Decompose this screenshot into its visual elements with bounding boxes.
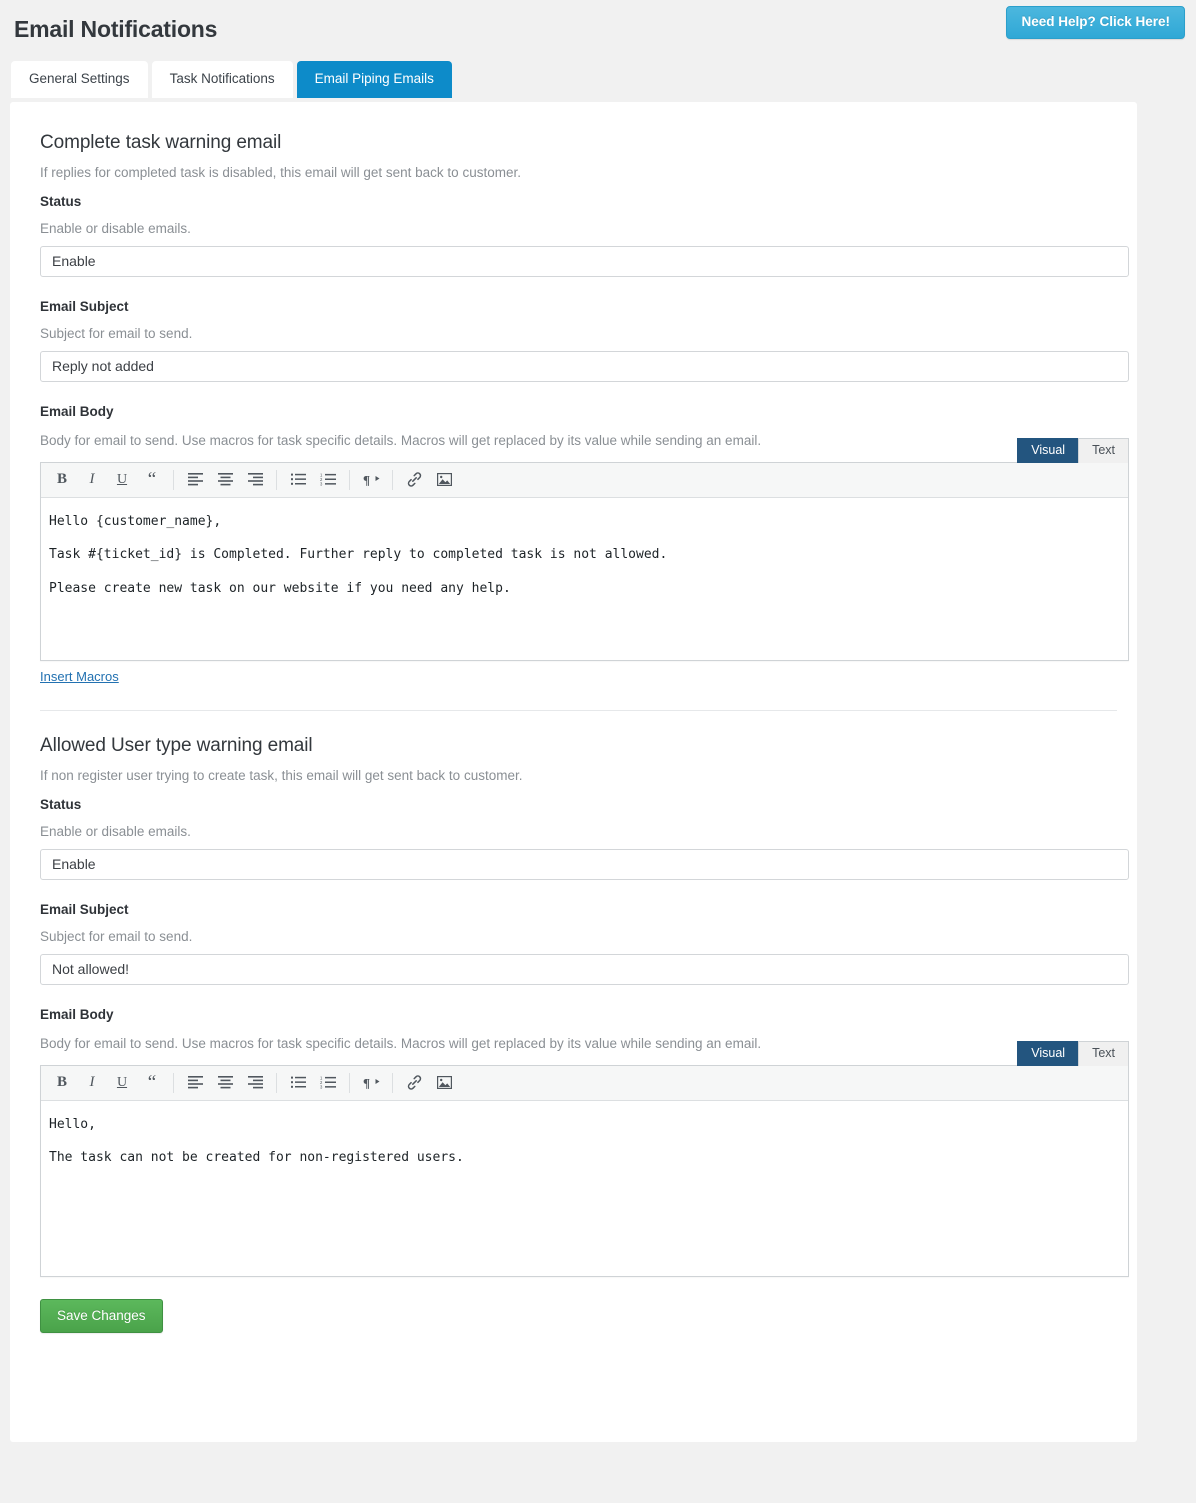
section-divider [40,709,1117,711]
tab-email-piping-emails[interactable]: Email Piping Emails [296,61,452,98]
bold-icon[interactable]: B [47,1069,77,1096]
email-body-label: Email Body [40,1006,114,1022]
body-paragraph: Hello {customer_name}, [49,513,222,529]
editor-tab-visual[interactable]: Visual [1017,437,1080,464]
toolbar-separator [349,469,350,490]
bold-icon[interactable]: B [47,466,77,493]
image-icon[interactable] [429,466,459,493]
rtl-paragraph-icon[interactable]: ¶ [356,466,386,493]
email-body-description: Body for email to send. Use macros for t… [40,1035,762,1051]
editor-toolbar: B I U “ 1 2 3 ¶ [41,462,1128,498]
numbered-list-icon[interactable]: 1 2 3 [313,1069,343,1096]
toolbar-separator [392,1072,393,1093]
email-body-editor: Visual Text B I U “ [40,437,1129,686]
underline-icon[interactable]: U [107,1069,137,1096]
align-center-icon[interactable] [210,1069,240,1096]
need-help-button[interactable]: Need Help? Click Here! [1006,6,1185,39]
editor-mode-tabs: Visual Text [1017,1040,1129,1067]
email-body-content[interactable]: Hello {customer_name}, Task #{ticket_id}… [41,498,1128,660]
editor-tab-text[interactable]: Text [1078,437,1129,464]
toolbar-separator [173,469,174,490]
body-paragraph: Hello, [49,1116,96,1132]
bulleted-list-icon[interactable] [283,466,313,493]
section-description: If non register user trying to create ta… [40,767,523,783]
body-paragraph: Task #{ticket_id} is Completed. Further … [49,547,668,562]
tab-bar: General Settings Task Notifications Emai… [0,43,1196,98]
editor-tab-visual[interactable]: Visual [1017,1040,1080,1067]
status-description: Enable or disable emails. [40,823,191,839]
email-body-description: Body for email to send. Use macros for t… [40,432,762,448]
toolbar-separator [349,1072,350,1093]
body-paragraph: Please create new task on our website if… [49,580,511,596]
section-title: Complete task warning email [40,131,282,153]
toolbar-separator [392,469,393,490]
section-title: Allowed User type warning email [40,734,313,756]
italic-icon[interactable]: I [77,1069,107,1096]
align-left-icon[interactable] [180,466,210,493]
blockquote-icon[interactable]: “ [137,466,167,493]
svg-text:3: 3 [320,1085,323,1089]
tab-general-settings[interactable]: General Settings [11,61,148,98]
insert-macros-link[interactable]: Insert Macros [40,669,119,684]
rtl-paragraph-icon[interactable]: ¶ [356,1069,386,1096]
email-body-label: Email Body [40,403,114,419]
svg-text:3: 3 [320,482,323,486]
status-input[interactable] [40,848,1129,880]
toolbar-separator [276,1072,277,1093]
svg-text:¶: ¶ [363,473,370,487]
page-root: Email Notifications Need Help? Click Her… [0,0,1196,1503]
section-allowed-user-type-warning-email: Allowed User type warning email If non r… [40,734,1129,1277]
toolbar-separator [173,1072,174,1093]
body-paragraph: The task can not be created for non-regi… [49,1150,464,1165]
status-description: Enable or disable emails. [40,220,191,236]
editor-mode-tabs: Visual Text [1017,437,1129,464]
email-subject-input[interactable] [40,953,1129,985]
toolbar-separator [276,469,277,490]
blockquote-icon[interactable]: “ [137,1069,167,1096]
settings-card: Complete task warning email If replies f… [10,101,1137,1442]
bulleted-list-icon[interactable] [283,1069,313,1096]
email-subject-description: Subject for email to send. [40,325,193,341]
align-right-icon[interactable] [240,1069,270,1096]
status-label: Status [40,796,82,812]
link-icon[interactable] [399,466,429,493]
email-subject-label: Email Subject [40,901,129,917]
underline-icon[interactable]: U [107,466,137,493]
align-center-icon[interactable] [210,466,240,493]
status-input[interactable] [40,245,1129,277]
align-right-icon[interactable] [240,466,270,493]
section-complete-task-warning-email: Complete task warning email If replies f… [40,131,1129,686]
editor-toolbar: B I U “ 1 2 3 ¶ [41,1065,1128,1101]
status-label: Status [40,193,82,209]
save-changes-button[interactable]: Save Changes [40,1298,163,1333]
email-subject-description: Subject for email to send. [40,928,193,944]
svg-text:¶: ¶ [363,1076,370,1090]
email-body-editor: Visual Text B I U “ [40,1040,1129,1277]
email-subject-label: Email Subject [40,298,129,314]
email-body-content[interactable]: Hello, The task can not be created for n… [41,1101,1128,1276]
tab-task-notifications[interactable]: Task Notifications [151,61,293,98]
editor-tab-text[interactable]: Text [1078,1040,1129,1067]
image-icon[interactable] [429,1069,459,1096]
link-icon[interactable] [399,1069,429,1096]
italic-icon[interactable]: I [77,466,107,493]
align-left-icon[interactable] [180,1069,210,1096]
email-subject-input[interactable] [40,350,1129,382]
section-description: If replies for completed task is disable… [40,164,521,180]
numbered-list-icon[interactable]: 1 2 3 [313,466,343,493]
